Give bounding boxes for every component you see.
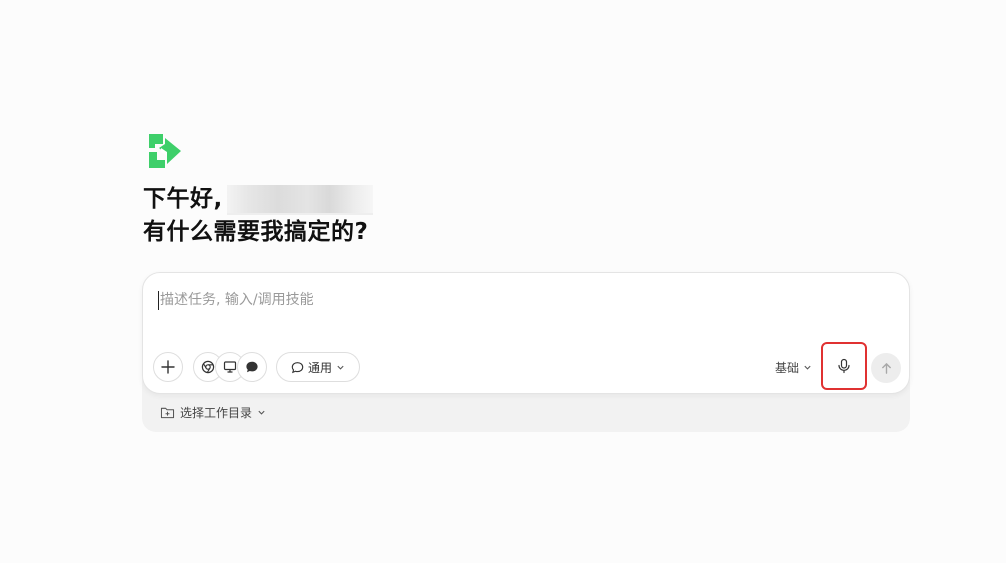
monitor-icon — [223, 361, 237, 373]
greeting-line1: 下午好, — [143, 186, 223, 212]
chat-bubble-icon — [246, 361, 258, 373]
app-logo-icon — [149, 134, 181, 168]
level-selector[interactable]: 基础 — [775, 358, 812, 376]
select-workdir-button[interactable]: 选择工作目录 — [160, 403, 266, 421]
mode-selector[interactable]: 通用 — [276, 352, 360, 382]
send-button[interactable] — [871, 353, 901, 383]
chevron-down-icon — [337, 365, 344, 370]
home-page: 下午好, 有什么需要我搞定的? 描述任务, 输入/调用技能 通用 基础 选择工作… — [0, 0, 1006, 563]
redacted-username — [226, 184, 373, 215]
voice-input-button[interactable] — [821, 342, 867, 390]
folder-plus-icon — [160, 407, 175, 418]
workdir-label: 选择工作目录 — [180, 405, 253, 420]
composer: 通用 基础 — [142, 272, 910, 394]
text-caret — [158, 291, 159, 310]
greeting: 下午好, 有什么需要我搞定的? — [143, 183, 373, 249]
chrome-icon — [201, 360, 215, 374]
chevron-down-icon — [804, 365, 811, 370]
greeting-line2: 有什么需要我搞定的? — [143, 219, 369, 245]
task-input[interactable] — [158, 289, 860, 311]
microphone-icon — [838, 358, 850, 374]
chat-tool-button[interactable] — [237, 352, 267, 382]
level-label: 基础 — [775, 360, 800, 375]
chat-outline-icon — [291, 361, 304, 373]
arrow-up-icon — [881, 362, 891, 374]
plus-icon — [161, 360, 175, 374]
add-button[interactable] — [153, 352, 183, 382]
mode-label: 通用 — [307, 360, 332, 375]
chevron-down-icon — [258, 410, 265, 415]
